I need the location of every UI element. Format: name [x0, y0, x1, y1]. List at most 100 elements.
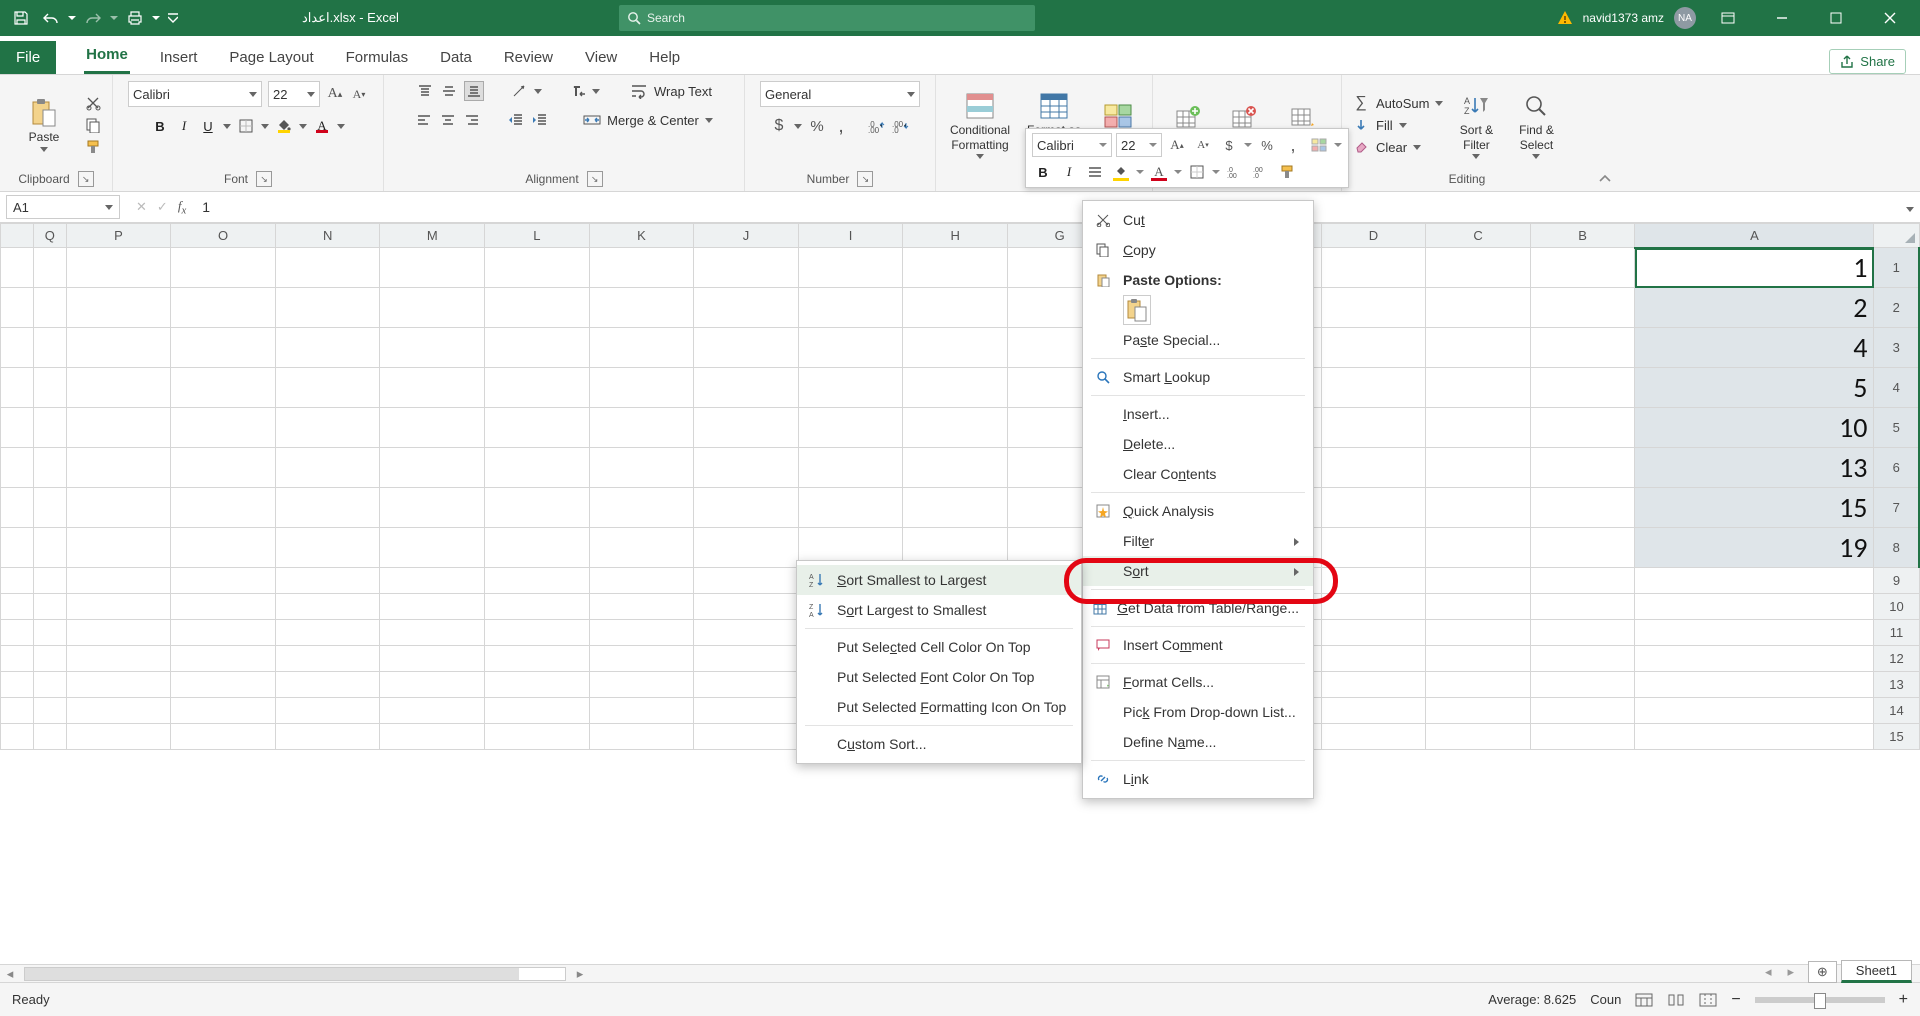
cell-H3[interactable] — [903, 328, 1008, 368]
undo-icon[interactable] — [38, 4, 64, 32]
cell-O1[interactable] — [171, 248, 276, 288]
decrease-font-icon[interactable]: A▾ — [350, 85, 368, 103]
cell-I3[interactable] — [798, 328, 903, 368]
cell-J12[interactable] — [694, 646, 799, 672]
redo-icon[interactable] — [80, 4, 106, 32]
bold-icon[interactable]: B — [151, 117, 169, 135]
cell-K2[interactable] — [589, 288, 694, 328]
cell-N4[interactable] — [275, 368, 380, 408]
tab-home[interactable]: Home — [84, 38, 130, 74]
find-select-button[interactable]: Find & Select — [1509, 91, 1563, 159]
cell-J6[interactable] — [694, 448, 799, 488]
cell-A4[interactable]: 5 — [1635, 368, 1874, 408]
sortmenu-custom_sort[interactable]: Custom Sort... — [797, 729, 1081, 759]
tab-view[interactable]: View — [583, 41, 619, 74]
cell-N5[interactable] — [275, 408, 380, 448]
row-header-1[interactable]: 1 — [1874, 248, 1919, 288]
cell-O13[interactable] — [171, 672, 276, 698]
cell-D7[interactable] — [1321, 488, 1426, 528]
cell-N13[interactable] — [275, 672, 380, 698]
tab-help[interactable]: Help — [647, 41, 682, 74]
cell-J11[interactable] — [694, 620, 799, 646]
cell-I7[interactable] — [798, 488, 903, 528]
fx-enter-icon[interactable]: ✓ — [157, 199, 168, 215]
cell-A12[interactable] — [1635, 646, 1874, 672]
cell-J3[interactable] — [694, 328, 799, 368]
mini-dec-decimal-icon[interactable]: .00.0 — [1250, 161, 1272, 183]
italic-icon[interactable]: I — [175, 117, 193, 135]
cell-C9[interactable] — [1426, 568, 1531, 594]
conditional-formatting-button[interactable]: Conditional Formatting — [946, 91, 1014, 159]
paste-button[interactable]: Paste — [10, 98, 78, 151]
cut-icon[interactable] — [84, 94, 102, 112]
mini-borders-icon[interactable] — [1186, 161, 1208, 183]
cell-A11[interactable] — [1635, 620, 1874, 646]
menu-clear_contents[interactable]: Clear Contents — [1083, 459, 1313, 489]
copy-icon[interactable] — [84, 116, 102, 134]
cell-O12[interactable] — [171, 646, 276, 672]
cell-P9[interactable] — [66, 568, 171, 594]
cell-L5[interactable] — [485, 408, 590, 448]
menu-copy[interactable]: Copy — [1083, 235, 1313, 265]
cell-K5[interactable] — [589, 408, 694, 448]
row-header-5[interactable]: 5 — [1874, 408, 1919, 448]
fx-cancel-icon[interactable]: ✕ — [136, 199, 147, 215]
cell-P12[interactable] — [66, 646, 171, 672]
cell-A14[interactable] — [1635, 698, 1874, 724]
menu-define_name[interactable]: Define Name... — [1083, 727, 1313, 757]
cell-N15[interactable] — [275, 724, 380, 750]
font-launcher-icon[interactable]: ↘ — [256, 171, 272, 187]
row-header-13[interactable]: 13 — [1874, 672, 1919, 698]
mini-font-name[interactable]: Calibri — [1032, 133, 1112, 157]
cell-B2[interactable] — [1530, 288, 1635, 328]
column-header-D[interactable]: D — [1321, 224, 1426, 248]
cell-B10[interactable] — [1530, 594, 1635, 620]
cell-O5[interactable] — [171, 408, 276, 448]
cell-Q15[interactable] — [33, 724, 66, 750]
cell-O4[interactable] — [171, 368, 276, 408]
cell-M10[interactable] — [380, 594, 485, 620]
cell-A6[interactable]: 13 — [1635, 448, 1874, 488]
cell-Q7[interactable] — [33, 488, 66, 528]
cell-J15[interactable] — [694, 724, 799, 750]
cell-C5[interactable] — [1426, 408, 1531, 448]
cell-O7[interactable] — [171, 488, 276, 528]
mini-bold-icon[interactable]: B — [1032, 161, 1054, 183]
cell-O2[interactable] — [171, 288, 276, 328]
align-top-icon[interactable] — [416, 82, 434, 100]
cell-O3[interactable] — [171, 328, 276, 368]
cell-H6[interactable] — [903, 448, 1008, 488]
cell-A2[interactable]: 2 — [1635, 288, 1874, 328]
cell-I2[interactable] — [798, 288, 903, 328]
menu-delete[interactable]: Delete... — [1083, 429, 1313, 459]
align-left-icon[interactable] — [415, 111, 433, 129]
cell-O9[interactable] — [171, 568, 276, 594]
cell-P11[interactable] — [66, 620, 171, 646]
cell-B6[interactable] — [1530, 448, 1635, 488]
cell-N12[interactable] — [275, 646, 380, 672]
cell-H7[interactable] — [903, 488, 1008, 528]
wrap-text-icon[interactable] — [630, 82, 648, 100]
cell-N2[interactable] — [275, 288, 380, 328]
cell-D13[interactable] — [1321, 672, 1426, 698]
cell-D4[interactable] — [1321, 368, 1426, 408]
tab-review[interactable]: Review — [502, 41, 555, 74]
menu-paste_options_header[interactable]: Paste Options: — [1083, 265, 1313, 295]
cell-O14[interactable] — [171, 698, 276, 724]
sortmenu-sort_asc[interactable]: AZSort Smallest to Largest — [797, 565, 1081, 595]
clear-button[interactable]: Clear — [1352, 138, 1443, 156]
row-header-9[interactable]: 9 — [1874, 568, 1919, 594]
format-painter-icon[interactable] — [84, 138, 102, 156]
cell-M1[interactable] — [380, 248, 485, 288]
cell-P2[interactable] — [66, 288, 171, 328]
scroll-left-icon[interactable]: ◂ — [0, 966, 20, 982]
cell-M4[interactable] — [380, 368, 485, 408]
menu-paste-option[interactable] — [1083, 295, 1313, 325]
font-size-dropdown[interactable]: 22 — [268, 81, 320, 107]
cell-Q1[interactable] — [33, 248, 66, 288]
cell-Q11[interactable] — [33, 620, 66, 646]
cell-C7[interactable] — [1426, 488, 1531, 528]
view-page-break-icon[interactable] — [1699, 993, 1717, 1007]
menu-get_data[interactable]: Get Data from Table/Range... — [1083, 593, 1313, 623]
cell-A9[interactable] — [1635, 568, 1874, 594]
